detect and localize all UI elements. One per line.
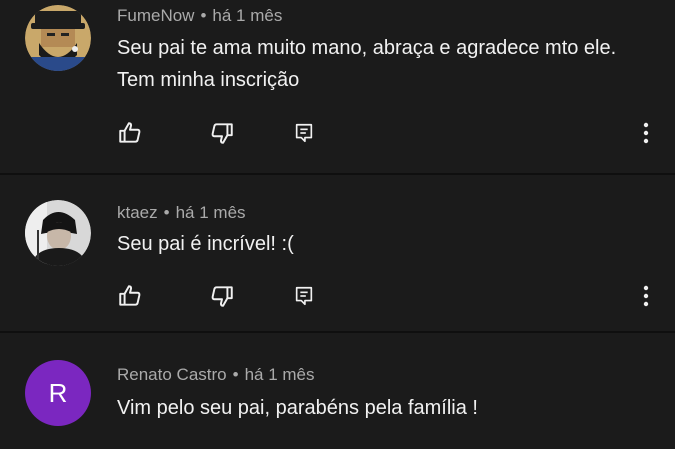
avatar[interactable] [25, 200, 91, 266]
like-button[interactable] [115, 118, 145, 148]
more-vertical-icon [643, 285, 649, 307]
thumbs-up-icon [119, 285, 141, 306]
comment-item: R Renato Castro • há 1 mês Vim pelo seu pa… [0, 333, 675, 449]
author-name[interactable]: FumeNow [117, 6, 194, 25]
comment-actions [0, 118, 675, 148]
more-vertical-icon [643, 122, 649, 144]
meta-separator: • [200, 6, 207, 25]
meta-separator: • [232, 365, 239, 384]
comment-text: Vim pelo seu pai, parabéns pela família … [117, 397, 478, 419]
comment-text: Seu pai te ama muito mano, abraça e agra… [117, 37, 617, 91]
comment-item: ktaez • há 1 mês Seu pai é incrível! :( [0, 175, 675, 331]
avatar[interactable]: R [25, 360, 91, 426]
reply-icon [295, 286, 313, 306]
thumbs-up-icon [119, 122, 141, 143]
comment-time[interactable]: há 1 mês [212, 6, 282, 25]
like-button[interactable] [115, 281, 145, 311]
reply-icon [295, 123, 313, 143]
comment-actions [0, 281, 675, 311]
author-name[interactable]: Renato Castro [117, 365, 227, 384]
more-options-button[interactable] [631, 118, 661, 148]
comment-time[interactable]: há 1 mês [176, 203, 246, 222]
comment-time[interactable]: há 1 mês [245, 365, 315, 384]
reply-button[interactable] [289, 281, 319, 311]
comment-item: FumeNow • há 1 mês Seu pai te ama muito ma… [0, 0, 675, 173]
comment-meta: FumeNow • há 1 mês [117, 6, 282, 26]
comments-page: FumeNow • há 1 mês Seu pai te ama muito ma… [0, 0, 675, 449]
comment-meta: Renato Castro • há 1 mês [117, 365, 315, 385]
dislike-button[interactable] [207, 118, 237, 148]
comment-text: Seu pai é incrível! :( [117, 233, 294, 255]
dislike-button[interactable] [207, 281, 237, 311]
reply-button[interactable] [289, 118, 319, 148]
author-name[interactable]: ktaez [117, 203, 158, 222]
meta-separator: • [163, 203, 170, 222]
more-options-button[interactable] [631, 281, 661, 311]
thumbs-down-icon [211, 123, 233, 144]
avatar[interactable] [25, 5, 91, 71]
avatar-letter: R [48, 377, 68, 408]
comment-meta: ktaez • há 1 mês [117, 203, 246, 223]
thumbs-down-icon [211, 286, 233, 307]
